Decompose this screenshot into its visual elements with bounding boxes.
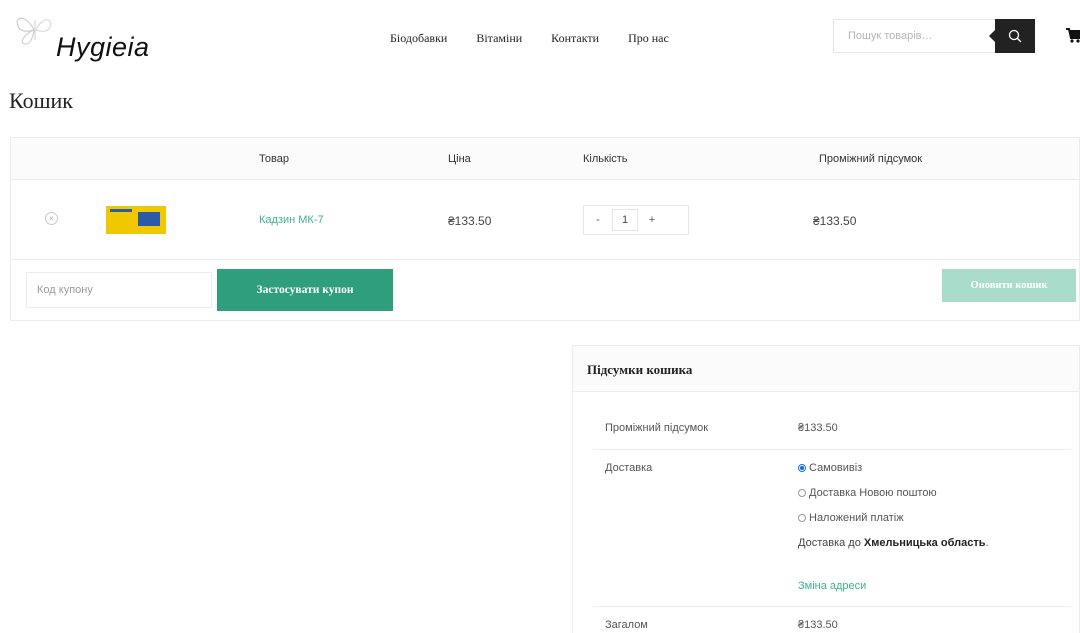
search-button[interactable] xyxy=(989,19,1035,53)
shipping-destination-suffix: . xyxy=(985,537,989,549)
quantity-stepper: - 1 + xyxy=(583,205,689,235)
radio-icon[interactable] xyxy=(798,514,806,522)
change-address-link[interactable]: Зміна адреси xyxy=(798,580,866,592)
subtotal-value: ₴133.50 xyxy=(798,422,838,434)
product-price: ₴133.50 xyxy=(448,214,492,228)
nav-item-supplements[interactable]: Біодобавки xyxy=(390,31,447,46)
product-subtotal: ₴133.50 xyxy=(813,214,857,228)
shipping-option-nova-poshta[interactable]: Доставка Новою поштою xyxy=(798,487,937,499)
main-nav: Біодобавки Вітаміни Контакти Про нас xyxy=(390,31,698,46)
cart-totals-header: Підсумки кошика xyxy=(573,346,1079,392)
nav-item-vitamins[interactable]: Вітаміни xyxy=(476,31,522,46)
remove-item-button[interactable]: × xyxy=(45,212,58,225)
search-form xyxy=(833,19,1042,53)
column-price: Ціна xyxy=(448,153,471,165)
apply-coupon-button[interactable]: Застосувати купон xyxy=(217,269,393,311)
total-row: Загалом ₴133.50 xyxy=(593,607,1071,633)
cart-totals-title: Підсумки кошика xyxy=(587,362,693,377)
logo-text: Hygieia xyxy=(56,32,150,62)
cart-icon[interactable] xyxy=(1066,25,1080,45)
subtotal-row: Проміжний підсумок ₴133.50 xyxy=(593,408,1071,450)
nav-item-about[interactable]: Про нас xyxy=(628,31,669,46)
shipping-option-label: Самовивіз xyxy=(809,462,863,474)
site-logo[interactable]: Hygieia xyxy=(12,10,162,62)
radio-icon[interactable] xyxy=(798,489,806,497)
nav-item-contacts[interactable]: Контакти xyxy=(551,31,599,46)
total-value: ₴133.50 xyxy=(798,619,838,631)
subtotal-label: Проміжний підсумок xyxy=(605,422,709,434)
radio-checked-icon[interactable] xyxy=(798,464,806,472)
column-subtotal: Проміжний підсумок xyxy=(819,153,923,165)
quantity-decrease-button[interactable]: - xyxy=(584,206,612,234)
shipping-label: Доставка xyxy=(605,462,653,474)
coupon-code-input[interactable] xyxy=(26,272,212,308)
cart-totals: Підсумки кошика Проміжний підсумок ₴133.… xyxy=(572,345,1080,633)
quantity-input[interactable]: 1 xyxy=(612,209,638,231)
update-cart-button[interactable]: Оновити кошик xyxy=(942,269,1076,302)
shipping-option-cod[interactable]: Наложений платіж xyxy=(798,512,904,524)
butterfly-logo-icon xyxy=(16,17,52,45)
search-icon xyxy=(1008,29,1022,43)
page-title: Кошик xyxy=(9,88,73,113)
column-quantity: Кількість xyxy=(583,153,628,165)
total-label: Загалом xyxy=(605,619,648,631)
cart-table: Товар Ціна Кількість Проміжний підсумок … xyxy=(10,137,1080,321)
shipping-row: Доставка Самовивіз Доставка Новою поштою… xyxy=(593,450,1071,607)
shipping-destination-region: Хмельницька область xyxy=(863,537,986,549)
shipping-option-pickup[interactable]: Самовивіз xyxy=(798,462,862,474)
product-thumbnail[interactable] xyxy=(106,206,166,234)
quantity-increase-button[interactable]: + xyxy=(638,206,666,234)
shipping-destination: Доставка до Хмельницька область. xyxy=(798,537,989,549)
product-name-link[interactable]: Кадзин МК-7 xyxy=(259,214,324,226)
shipping-option-label: Наложений платіж xyxy=(809,512,904,524)
search-input[interactable] xyxy=(833,19,1001,53)
cart-item-row: × Кадзин МК-7 ₴133.50 - 1 + ₴133.50 xyxy=(11,180,1079,260)
shipping-option-label: Доставка Новою поштою xyxy=(809,487,937,499)
column-product: Товар xyxy=(259,153,289,165)
shipping-destination-prefix: Доставка до xyxy=(798,537,861,549)
cart-table-header: Товар Ціна Кількість Проміжний підсумок xyxy=(11,138,1079,180)
